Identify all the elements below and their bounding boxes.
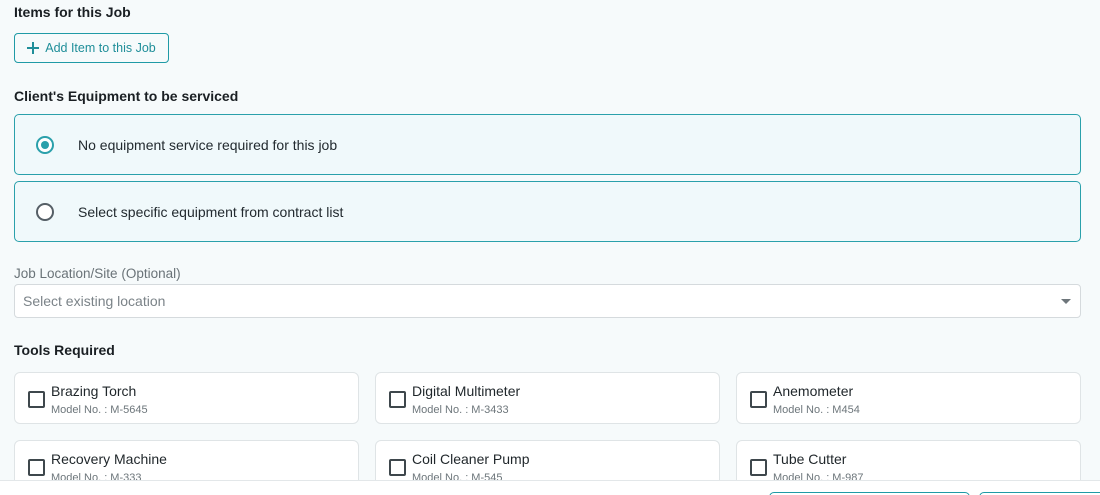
tool-model-number: Model No. : M454 xyxy=(773,404,860,416)
tool-name: Tube Cutter xyxy=(773,451,847,467)
tool-name: Coil Cleaner Pump xyxy=(412,451,530,467)
checkbox[interactable] xyxy=(750,391,767,408)
equipment-option-select-specific[interactable]: Select specific equipment from contract … xyxy=(14,181,1081,242)
add-item-button-label: Add Item to this Job xyxy=(45,41,156,55)
equipment-section-title: Client's Equipment to be serviced xyxy=(14,88,239,104)
checkbox[interactable] xyxy=(389,391,406,408)
location-select[interactable]: Select existing location xyxy=(14,284,1081,318)
equipment-option-label: No equipment service required for this j… xyxy=(78,136,338,153)
tools-section-title: Tools Required xyxy=(14,342,115,358)
job-form-page: Items for this Job Add Item to this Job … xyxy=(0,0,1100,495)
tool-name: Brazing Torch xyxy=(51,383,137,399)
tool-model-number: Model No. : M-5645 xyxy=(51,404,148,416)
items-section-title: Items for this Job xyxy=(14,4,131,20)
checkbox[interactable] xyxy=(28,459,45,476)
plus-icon xyxy=(27,42,40,54)
equipment-option-none[interactable]: No equipment service required for this j… xyxy=(14,114,1081,175)
equipment-option-label: Select specific equipment from contract … xyxy=(78,203,344,220)
checkbox[interactable] xyxy=(389,459,406,476)
tool-card-brazing-torch[interactable]: Brazing Torch Model No. : M-5645 xyxy=(14,372,359,424)
tool-card-anemometer[interactable]: Anemometer Model No. : M454 xyxy=(736,372,1081,424)
tool-name: Digital Multimeter xyxy=(412,383,521,399)
tool-model-number: Model No. : M-3433 xyxy=(412,404,509,416)
checkbox[interactable] xyxy=(28,391,45,408)
tool-name: Recovery Machine xyxy=(51,451,167,467)
tool-name: Anemometer xyxy=(773,383,854,399)
chevron-down-icon xyxy=(1061,299,1071,304)
add-item-button[interactable]: Add Item to this Job xyxy=(14,33,169,63)
location-field-label: Job Location/Site (Optional) xyxy=(14,266,181,281)
tool-card-digital-multimeter[interactable]: Digital Multimeter Model No. : M-3433 xyxy=(375,372,720,424)
radio-unselected-icon[interactable] xyxy=(36,202,54,221)
location-select-placeholder: Select existing location xyxy=(23,293,166,309)
checkbox[interactable] xyxy=(750,459,767,476)
radio-selected-icon[interactable] xyxy=(36,135,54,154)
